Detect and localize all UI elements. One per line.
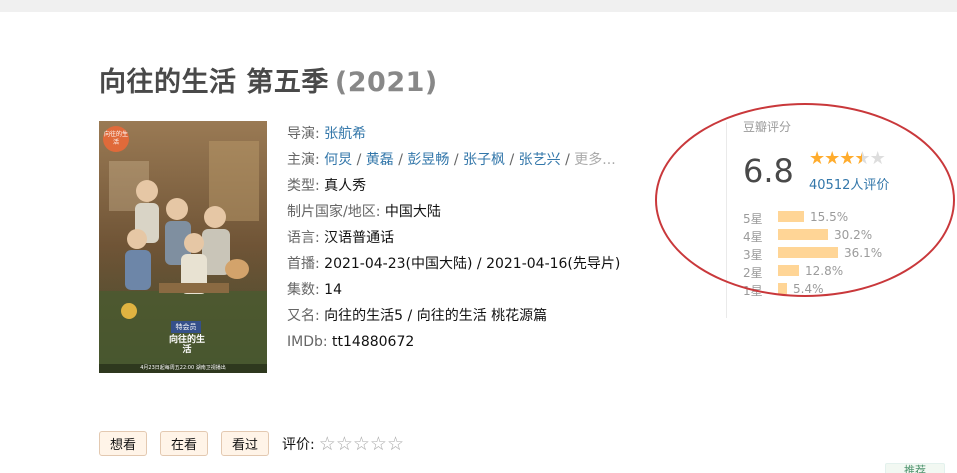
title-name: 向往的生活 第五季 [99,67,329,98]
votes-link[interactable]: 40512人评价 [809,174,889,193]
rating-distribution: 5星 15.5% 4星 30.2% 3星 36.1% 2星 12.8% 1星 5.4% [743,210,933,300]
info-premiere: 首播: 2021-04-23(中国大陆) / 2021-04-16(先导片) [287,256,621,272]
title-year: (2021) [334,67,438,98]
rating-stars: ★★★★★ [809,148,886,169]
dist-star-label: 4星 [743,230,763,244]
info-genre: 类型: 真人秀 [287,178,367,194]
info-panel: 导演: 张航希 主演: 何炅 / 黄磊 / 彭昱畅 / 张子枫 / 张艺兴 / … [287,121,667,355]
info-language: 语言: 汉语普通话 [287,230,395,246]
poster-member-badge: 特会员 [171,321,201,333]
rate-star-1-icon[interactable]: ☆ [319,433,336,455]
rate-star-2-icon[interactable]: ☆ [336,433,353,455]
watching-button[interactable]: 在看 [160,431,209,456]
dist-percent: 5.4% [793,282,824,296]
dist-percent: 15.5% [810,210,849,224]
page-title: 向往的生活 第五季 (2021) [99,60,438,99]
dist-star-label: 3星 [743,248,763,262]
rating-label: 豆瓣评分 [743,120,792,134]
poster-image[interactable]: 向往的生活 特会员 向往的生活 4月23日起每周五22:00 湖南卫视播出 [99,121,267,373]
rate-star-4-icon[interactable]: ☆ [370,433,387,455]
dist-bar [778,265,799,276]
rating-dist-row: 2星 12.8% [743,264,933,282]
poster-badge: 向往的生活 [103,126,129,152]
user-rating-stars: ☆ ☆ ☆ ☆ ☆ [319,433,404,455]
dist-bar [778,229,828,240]
info-country: 制片国家/地区: 中国大陆 [287,204,441,220]
rate-label: 评价: [282,436,315,453]
rate-star-3-icon[interactable]: ☆ [353,433,370,455]
dist-star-label: 5星 [743,212,763,226]
director-link[interactable]: 张航希 [324,126,366,142]
cast-link[interactable]: 何炅 [324,152,352,168]
info-imdb: IMDb: tt14880672 [287,334,415,350]
divider [726,122,727,318]
dist-bar [778,247,838,258]
rating-dist-row: 5星 15.5% [743,210,933,228]
star-full-icon: ★ [809,148,825,169]
cast-link[interactable]: 张子枫 [463,152,505,168]
dist-percent: 36.1% [844,246,883,260]
dist-bar [778,283,787,294]
watched-button[interactable]: 看过 [221,431,270,456]
dist-star-label: 2星 [743,266,763,280]
cast-link[interactable]: 彭昱畅 [407,152,449,168]
cast-link[interactable]: 张艺兴 [519,152,561,168]
rating-dist-row: 3星 36.1% [743,246,933,264]
star-full-icon: ★ [824,148,840,169]
rating-dist-row: 1星 5.4% [743,282,933,300]
cast-link[interactable]: 黄磊 [366,152,394,168]
star-half-icon: ★ [854,148,870,169]
info-episodes: 集数: 14 [287,282,342,298]
rating-dist-row: 4星 30.2% [743,228,933,246]
dist-percent: 30.2% [834,228,873,242]
star-empty-icon: ★ [869,148,886,169]
cast-more-link[interactable]: 更多... [574,152,615,168]
dist-star-label: 1星 [743,284,763,298]
info-cast: 主演: 何炅 / 黄磊 / 彭昱畅 / 张子枫 / 张艺兴 / 更多... [287,152,616,168]
top-strip [0,0,957,12]
want-to-watch-button[interactable]: 想看 [99,431,148,456]
dist-percent: 12.8% [805,264,844,278]
info-director: 导演: 张航希 [287,126,367,142]
rate-star-5-icon[interactable]: ☆ [387,433,404,455]
rating-box: 豆瓣评分 6.8 ★★★★★ 40512人评价 [743,118,943,193]
info-aka: 又名: 向往的生活5 / 向往的生活 桃花源篇 [287,308,548,324]
dist-bar [778,211,804,222]
action-bar: 想看 在看 看过 评价: ☆ ☆ ☆ ☆ ☆ [99,431,404,456]
poster-footer: 4月23日起每周五22:00 湖南卫视播出 [99,364,267,373]
poster-logo: 向往的生活 [168,335,205,355]
recommend-button[interactable]: 推荐 [885,463,945,473]
rating-score: 6.8 [743,152,794,190]
star-full-icon: ★ [839,148,855,169]
